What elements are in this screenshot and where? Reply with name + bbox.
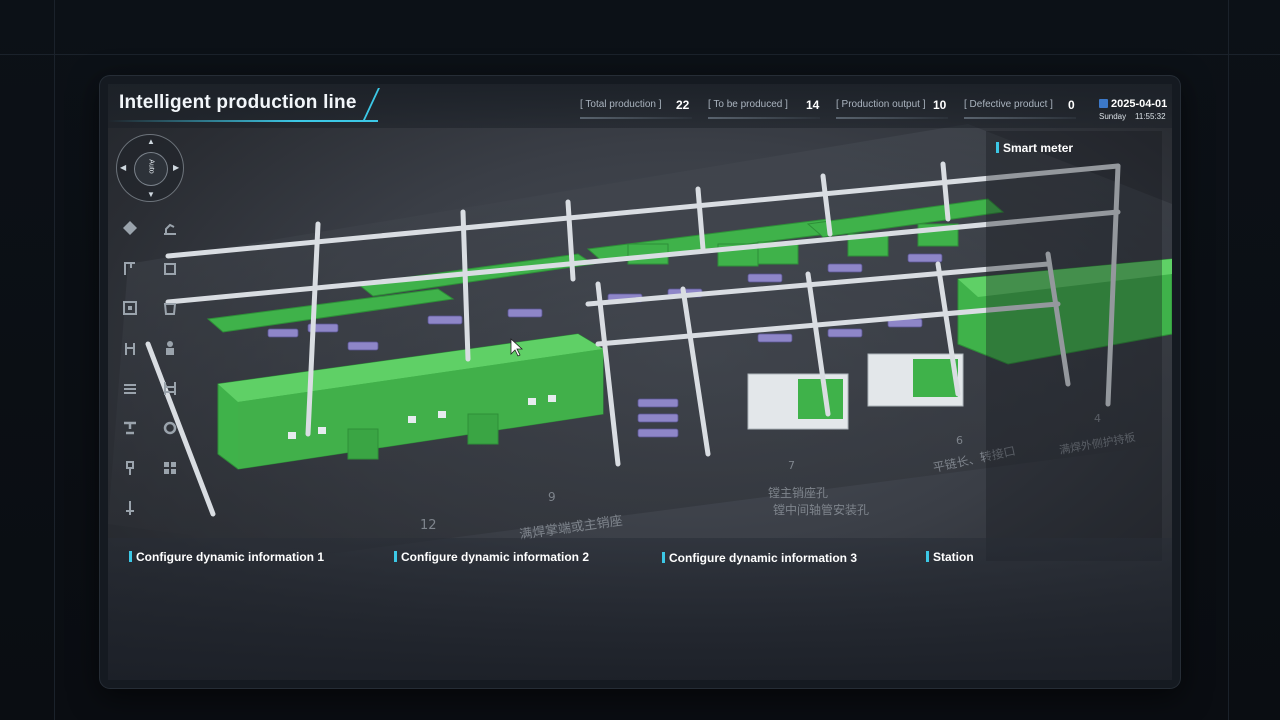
- lift-icon: [125, 343, 135, 355]
- time-text: 11:55:32: [1135, 112, 1166, 121]
- stat-underline: [836, 117, 948, 119]
- conveyor-icon: [124, 384, 136, 394]
- tool-button[interactable]: [158, 296, 182, 320]
- stat-total-production: [ Total production ] 22: [580, 93, 692, 119]
- frame-icon: [123, 301, 137, 315]
- background-divider: [54, 0, 55, 720]
- bin-icon: [163, 303, 177, 315]
- stat-defective-product: [ Defective product ] 0: [964, 93, 1076, 119]
- section-title: Station: [926, 550, 974, 564]
- tool-button[interactable]: [158, 336, 182, 360]
- background-divider: [1228, 0, 1229, 720]
- stat-label: [ Total production ]: [580, 99, 662, 110]
- tool-button[interactable]: [118, 256, 142, 280]
- view-cube-icon: [123, 221, 137, 235]
- crane-icon: [124, 262, 135, 275]
- arrow-right-icon[interactable]: ▶: [173, 163, 179, 172]
- tool-button[interactable]: [118, 336, 142, 360]
- smart-meter-panel: Smart meter: [986, 131, 1162, 561]
- stat-underline: [708, 117, 820, 119]
- page-title: Intelligent production line: [119, 92, 357, 113]
- panel-title-text: Smart meter: [1003, 141, 1074, 155]
- arrow-left-icon[interactable]: ◀: [120, 163, 126, 172]
- calendar-icon: [1099, 99, 1108, 108]
- stat-value: 22: [676, 98, 690, 112]
- weekday-text: Sunday: [1099, 112, 1127, 121]
- pin-icon: [126, 501, 134, 515]
- section-title-text: Station: [933, 550, 974, 564]
- tool-button[interactable]: [158, 416, 182, 440]
- press-icon: [124, 421, 136, 435]
- grid-icon: [164, 462, 176, 474]
- stat-label: [ Production output ]: [836, 99, 926, 110]
- section-title-text: Configure dynamic information 1: [136, 550, 325, 564]
- section-title-text: Configure dynamic information 2: [401, 550, 590, 564]
- tool-button[interactable]: [158, 456, 182, 480]
- station-number: 12: [420, 518, 437, 533]
- view-compass[interactable]: ▲ ▼ ◀ ▶ Auto: [116, 134, 184, 202]
- stat-to-be-produced: [ To be produced ] 14: [708, 93, 820, 119]
- arrow-down-icon[interactable]: ▼: [147, 190, 155, 199]
- auto-rotate-button[interactable]: Auto: [134, 152, 168, 186]
- box-icon: [164, 263, 176, 275]
- title-underline: [108, 120, 378, 122]
- worker-icon: [166, 341, 174, 355]
- gear-icon: [163, 421, 177, 435]
- tool-button[interactable]: [118, 456, 142, 480]
- tool-button[interactable]: [118, 416, 142, 440]
- dashboard-window: 9 12 7 6 4 镗主销座孔 镗中间轴管安装孔 满焊掌端或主销座 平链长、转…: [100, 76, 1180, 688]
- stat-label: [ Defective product ]: [964, 99, 1053, 110]
- stat-value: 14: [806, 98, 820, 112]
- station-number: 9: [548, 490, 556, 504]
- tool-button[interactable]: [158, 216, 182, 240]
- date-text: 2025-04-01: [1111, 98, 1168, 110]
- tool-button[interactable]: [158, 376, 182, 400]
- stat-value: 10: [933, 98, 947, 112]
- rack-icon: [164, 382, 176, 395]
- stat-underline: [964, 117, 1076, 119]
- section-title: Configure dynamic information 3: [662, 551, 857, 565]
- title-marker: [394, 551, 397, 562]
- drill-icon: [126, 461, 134, 475]
- station-text: 镗主销座孔: [768, 485, 828, 500]
- stat-value: 0: [1068, 98, 1075, 112]
- station-text: 镗中间轴管安装孔: [773, 502, 869, 517]
- arrow-up-icon[interactable]: ▲: [147, 137, 155, 146]
- tool-button[interactable]: [118, 496, 142, 520]
- title-accent: [362, 88, 380, 122]
- title-marker: [129, 551, 132, 562]
- station-number: 7: [788, 459, 795, 472]
- tool-button[interactable]: [118, 216, 142, 240]
- stat-production-output: [ Production output ] 10: [836, 93, 948, 119]
- stat-underline: [580, 117, 692, 119]
- panel-title: Smart meter: [996, 141, 1073, 155]
- section-title: Configure dynamic information 2: [394, 550, 589, 564]
- tool-button[interactable]: [158, 256, 182, 280]
- bottom-info-panel: Configure dynamic information 1 Configur…: [108, 538, 1172, 680]
- tool-button[interactable]: [118, 376, 142, 400]
- title-marker: [996, 142, 999, 153]
- section-title-text: Configure dynamic information 3: [669, 551, 858, 565]
- background-divider: [0, 54, 1280, 55]
- header-bar: Intelligent production line [ Total prod…: [108, 84, 1172, 128]
- title-marker: [926, 551, 929, 562]
- section-title: Configure dynamic information 1: [129, 550, 324, 564]
- title-marker: [662, 552, 665, 563]
- stat-label: [ To be produced ]: [708, 99, 788, 110]
- station-number: 6: [956, 434, 963, 447]
- tool-button[interactable]: [118, 296, 142, 320]
- auto-label: Auto: [147, 159, 155, 174]
- robot-arm-icon: [164, 223, 176, 235]
